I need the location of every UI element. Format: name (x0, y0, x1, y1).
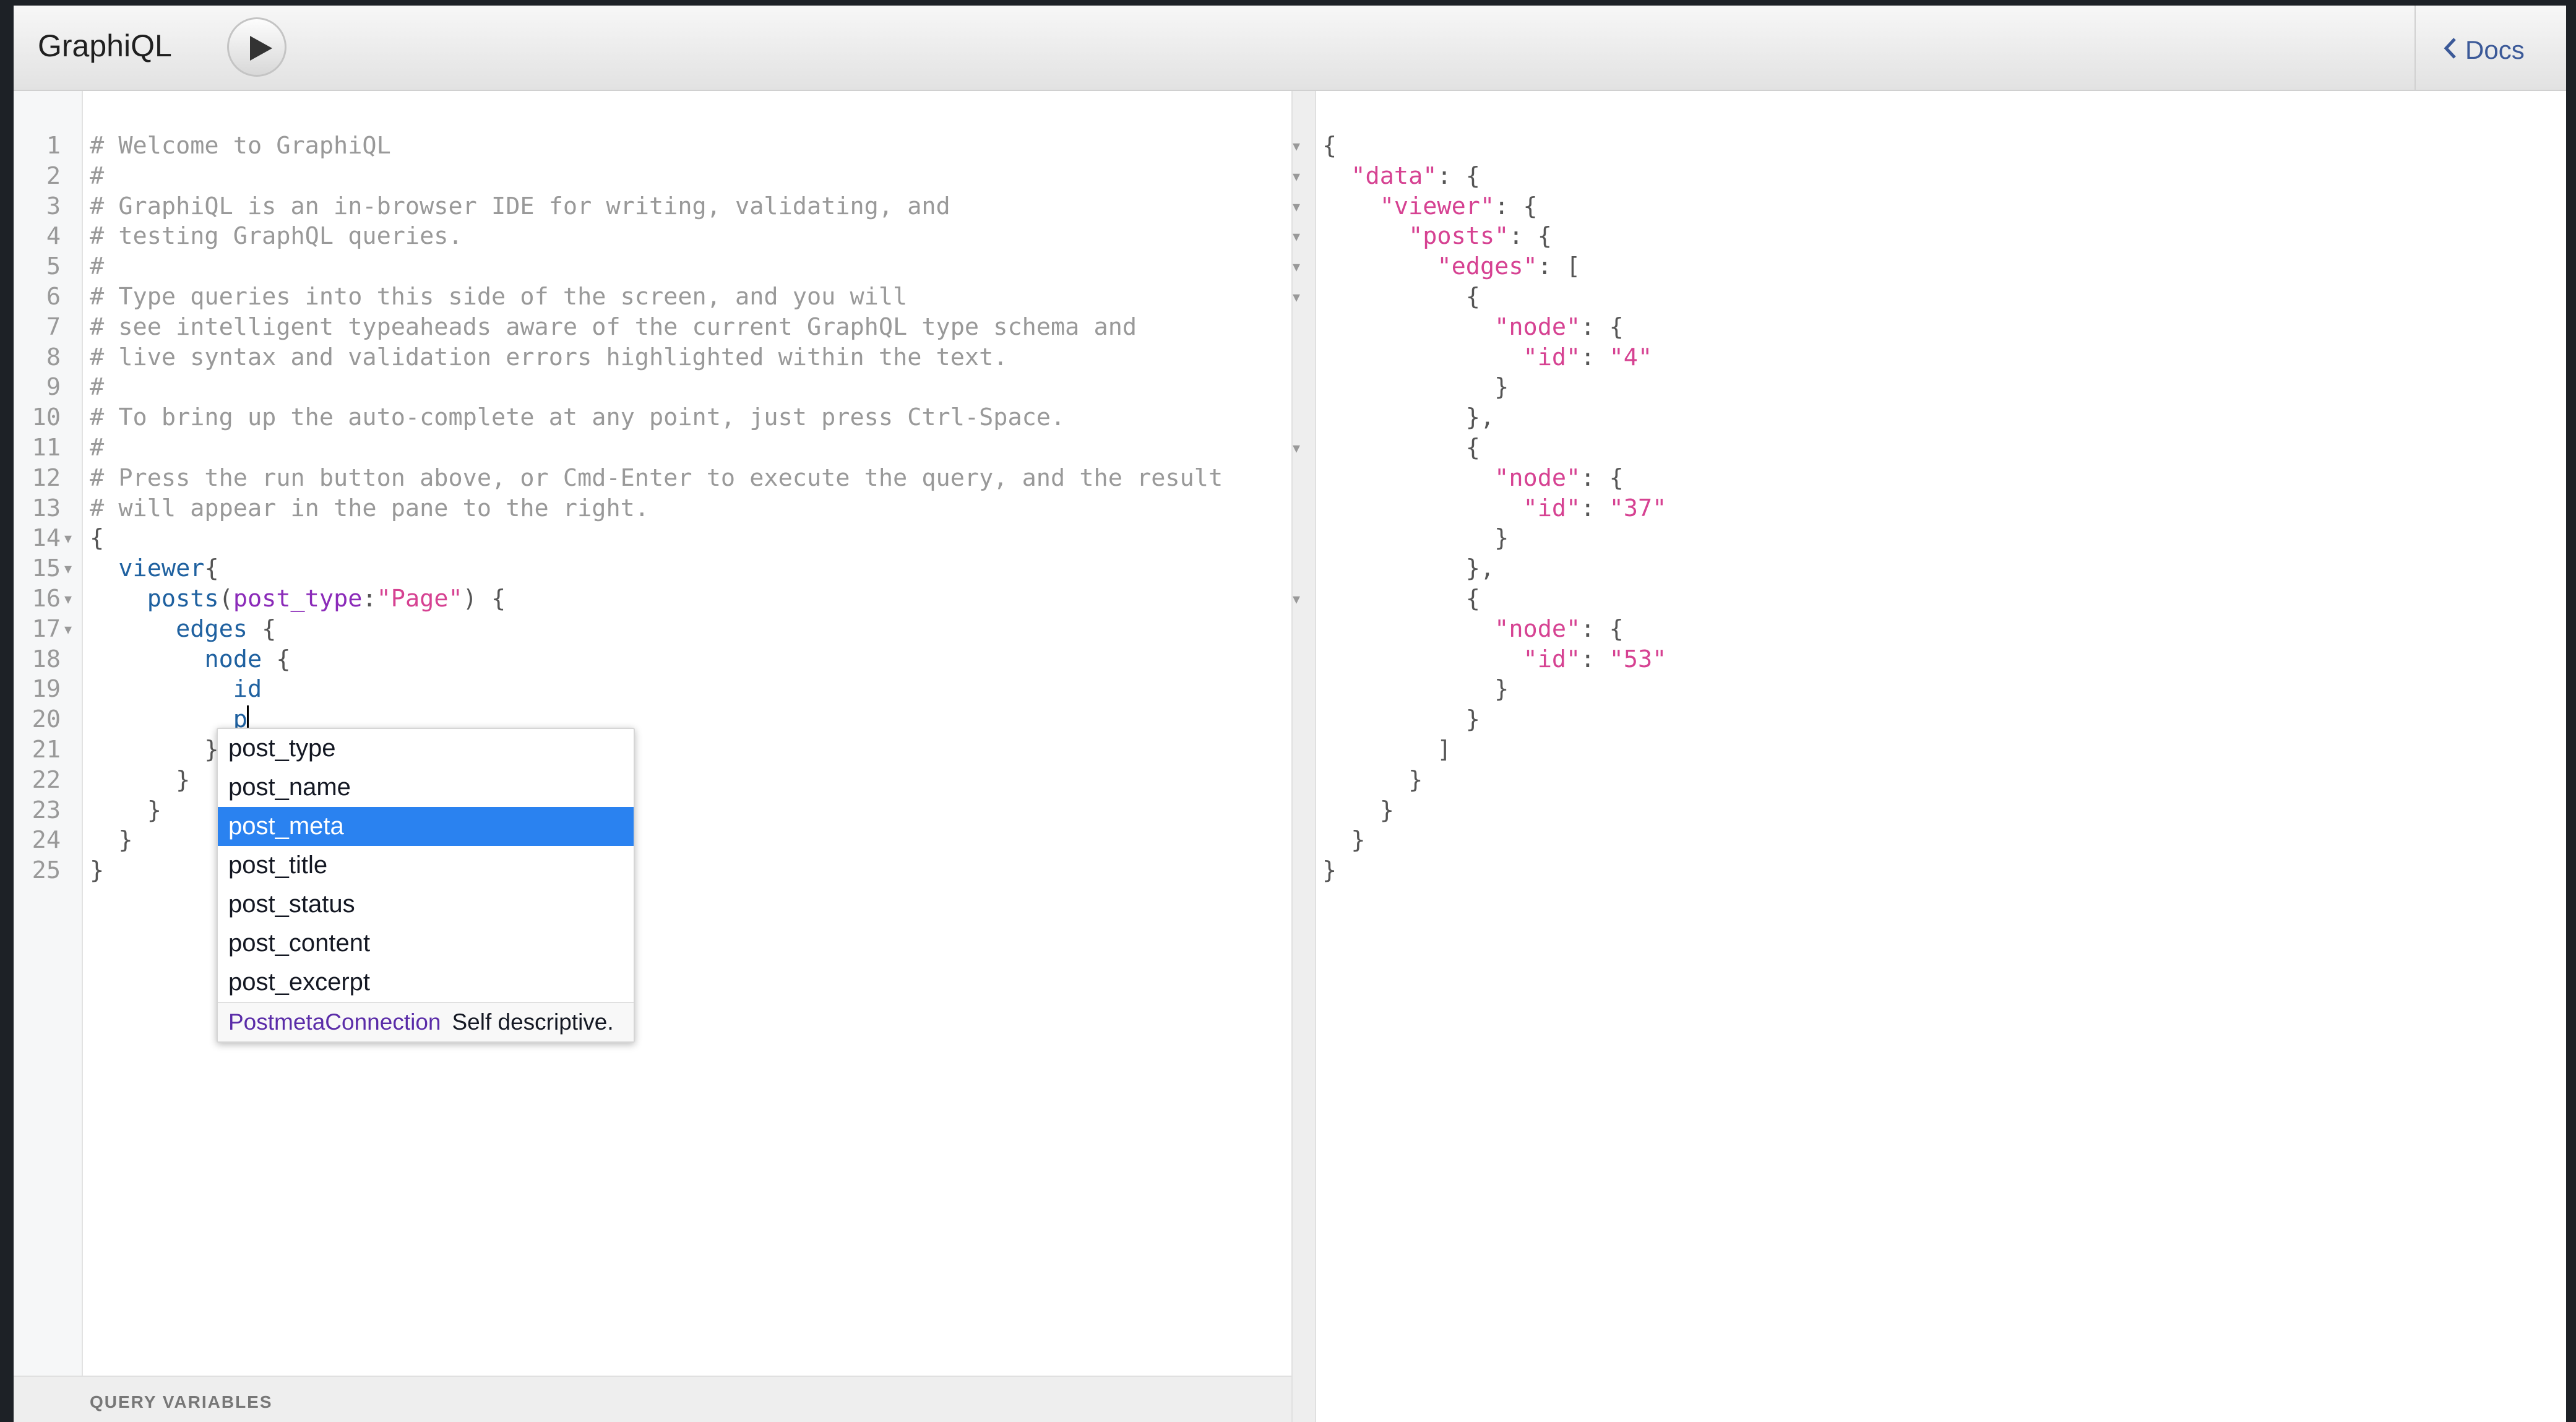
autocomplete-item[interactable]: post_type (218, 729, 634, 768)
run-button[interactable] (227, 17, 286, 77)
result-id-value: "4" (1609, 343, 1653, 371)
query-variables-bar[interactable]: QUERY VARIABLES (14, 1376, 1291, 1422)
code-comment: # (90, 252, 105, 281)
play-icon (250, 36, 272, 61)
result-key-id: "id" (1523, 494, 1581, 522)
query-field-viewer: viewer (118, 554, 205, 583)
autocomplete-item[interactable]: post_name (218, 768, 634, 807)
code-comment: # (90, 433, 105, 462)
result-key-data: "data" (1351, 162, 1437, 190)
fold-caret-icon[interactable]: ▾ (1293, 222, 1300, 252)
result-key-id: "id" (1523, 645, 1581, 673)
chevron-left-icon (2444, 38, 2456, 59)
fold-caret-icon[interactable]: ▾ (1293, 131, 1300, 162)
result-key-viewer: "viewer" (1379, 192, 1495, 220)
autocomplete-item[interactable]: post_status (218, 885, 634, 924)
fold-caret-icon[interactable]: ▾ (1293, 584, 1300, 614)
code-comment: # (90, 162, 105, 190)
code-comment: # testing GraphQL queries. (90, 222, 463, 251)
fold-caret-icon[interactable]: ▾ (1293, 282, 1300, 312)
query-argument-name: post_type (233, 584, 363, 613)
code-comment: # GraphiQL is an in-browser IDE for writ… (90, 192, 950, 220)
code-comment: # see intelligent typeaheads aware of th… (90, 312, 1137, 341)
query-editor[interactable]: 1 2 3 4 5 6 7 8 9 10 11 12 13 14 15 16 17 18 19 20 21 22 23 24 2… (14, 91, 1291, 1422)
type-link[interactable]: PostmetaConnection (228, 1009, 441, 1035)
fold-caret-icon[interactable]: ▾ (1293, 162, 1300, 192)
code-comment: # Type queries into this side of the scr… (90, 282, 908, 311)
result-pane: ▾ ▾ ▾ ▾ ▾ ▾ ▾ ▾ { "data": { "viewer": { "post… (1293, 91, 2566, 1422)
autocomplete-info: PostmetaConnection Self descriptive. (218, 1002, 634, 1041)
result-key-node: "node" (1494, 312, 1581, 341)
docs-label: Docs (2465, 35, 2525, 64)
autocomplete-item-active[interactable]: post_meta (218, 807, 634, 846)
graphiql-app: GraphiQL Docs 1 2 3 4 5 6 7 8 9 10 11 12 13 14 15 16 17 1… (14, 6, 2566, 1422)
docs-button[interactable]: Docs (2414, 6, 2566, 90)
autocomplete-item[interactable]: post_excerpt (218, 963, 634, 1002)
fold-markers: ▾ ▾ ▾ ▾ (64, 131, 72, 645)
result-fold-markers: ▾ ▾ ▾ ▾ ▾ ▾ ▾ ▾ (1293, 131, 1300, 614)
result-key-posts: "posts" (1408, 222, 1509, 251)
query-field-id: id (233, 675, 262, 704)
result-id-value: "37" (1609, 494, 1667, 522)
result-key-edges: "edges" (1437, 252, 1538, 281)
result-key-node: "node" (1494, 614, 1581, 643)
autocomplete-item[interactable]: post_title (218, 846, 634, 885)
query-field-node: node (204, 645, 262, 673)
fold-caret-icon[interactable]: ▾ (1293, 192, 1300, 222)
fold-caret-icon[interactable]: ▾ (1293, 433, 1300, 463)
code-comment: # Press the run button above, or Cmd-Ent… (90, 463, 1223, 492)
result-json: { "data": { "viewer": { "posts": { "edge… (1322, 132, 1667, 885)
code-comment: # (90, 373, 105, 402)
fold-caret-icon[interactable]: ▾ (64, 554, 72, 584)
query-argument-value: "Page" (376, 584, 463, 613)
autocomplete-popup: post_type post_name post_meta post_title… (217, 728, 635, 1043)
code-comment: # Welcome to GraphiQL (90, 132, 391, 160)
query-field-edges: edges (176, 614, 248, 643)
code-comment: # live syntax and validation errors high… (90, 343, 1008, 371)
line-number-gutter: 1 2 3 4 5 6 7 8 9 10 11 12 13 14 15 16 17 18 19 20 21 22 23 24 2… (14, 91, 83, 1376)
fold-caret-icon[interactable]: ▾ (64, 524, 72, 554)
line-numbers: 1 2 3 4 5 6 7 8 9 10 11 12 13 14 15 16 17 18 19 20 21 22 23 24 2… (32, 132, 61, 885)
result-key-node: "node" (1494, 463, 1581, 492)
query-variables-label: QUERY VARIABLES (90, 1392, 273, 1411)
autocomplete-item[interactable]: post_content (218, 924, 634, 963)
fold-caret-icon[interactable]: ▾ (1293, 252, 1300, 282)
type-description: Self descriptive. (452, 1009, 614, 1035)
result-key-id: "id" (1523, 343, 1581, 371)
fold-caret-icon[interactable]: ▾ (64, 614, 72, 645)
code-comment: # will appear in the pane to the right. (90, 494, 649, 522)
fold-caret-icon[interactable]: ▾ (64, 584, 72, 614)
query-field-posts: posts (147, 584, 219, 613)
app-logo: GraphiQL (38, 28, 172, 63)
code-comment: # To bring up the auto-complete at any p… (90, 403, 1066, 432)
toolbar: GraphiQL Docs (14, 6, 2566, 91)
result-id-value: "53" (1609, 645, 1667, 673)
